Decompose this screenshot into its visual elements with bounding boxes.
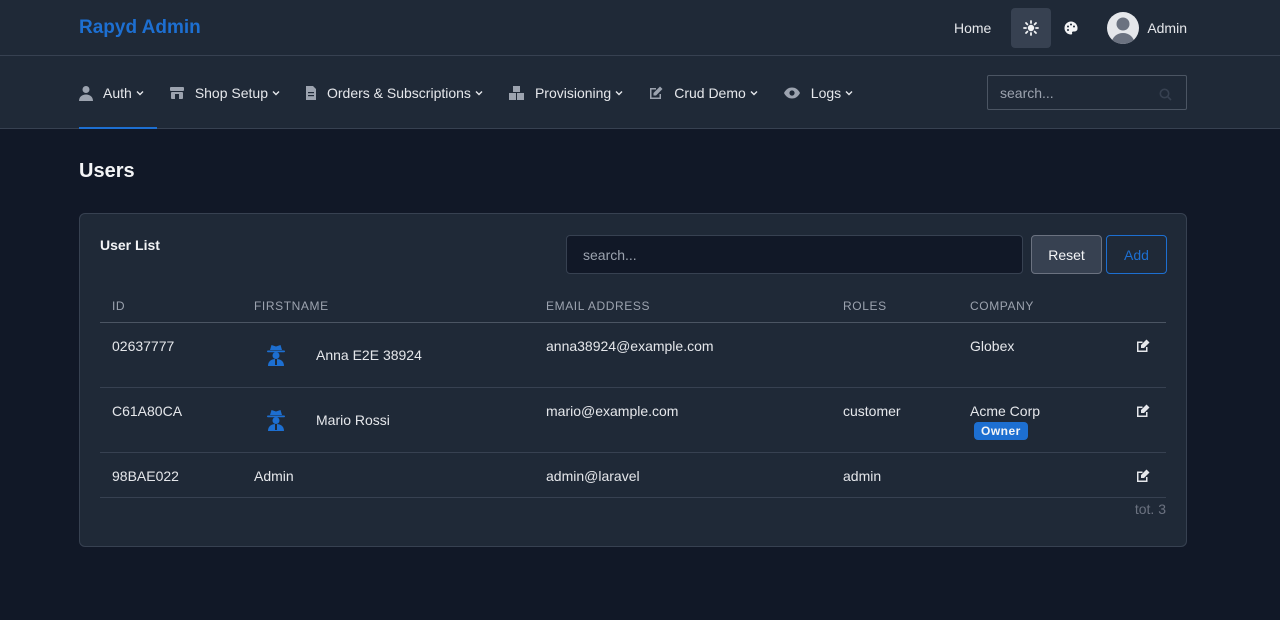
nav-item-shop-setup[interactable]: Shop Setup <box>169 56 281 129</box>
brand-logo[interactable]: Rapyd Admin <box>79 17 201 39</box>
top-bar: Rapyd Admin Home Admin <box>0 0 1280 56</box>
avatar[interactable] <box>1107 12 1140 44</box>
cell-email: mario@example.com <box>546 403 679 419</box>
nav-item-logs[interactable]: Logs <box>783 56 854 129</box>
edit-icon[interactable] <box>1136 469 1150 486</box>
cell-id: 02637777 <box>112 338 175 354</box>
column-header-roles[interactable]: ROLES <box>843 299 887 313</box>
reset-button[interactable]: Reset <box>1031 235 1102 274</box>
column-header-id[interactable]: ID <box>112 299 125 313</box>
cell-id: C61A80CA <box>112 403 183 419</box>
theme-toggle-button[interactable] <box>1011 8 1052 48</box>
cubes-icon <box>508 85 525 101</box>
search-icon[interactable] <box>1159 88 1172 104</box>
nav-item-label: Crud Demo <box>674 84 746 101</box>
add-button[interactable]: Add <box>1106 235 1167 274</box>
palette-button[interactable] <box>1051 8 1091 48</box>
card-title: User List <box>100 237 160 253</box>
nav-item-label: Provisioning <box>534 84 612 101</box>
cell-company: Acme Corp Owner <box>970 403 1040 440</box>
firstname-text: Mario Rossi <box>316 412 390 428</box>
company-name: Acme Corp <box>970 403 1041 419</box>
cell-company: Globex <box>970 338 1015 354</box>
table-row[interactable]: 02637777 Anna E2E 38924 anna38924@exampl… <box>100 323 1166 388</box>
column-header-email[interactable]: EMAIL ADDRESS <box>546 299 650 313</box>
page-title: Users <box>79 160 135 182</box>
chevron-down-icon <box>474 88 484 98</box>
user-secret-icon[interactable] <box>266 409 286 431</box>
chevron-down-icon <box>844 88 854 98</box>
table-row[interactable]: 98BAE022 Admin admin@laravel admin <box>100 453 1166 498</box>
cell-firstname: Admin <box>254 468 294 484</box>
table-search-input[interactable] <box>567 236 1022 273</box>
eye-icon <box>783 85 801 101</box>
firstname-text: Anna E2E 38924 <box>316 347 422 363</box>
user-menu-name[interactable]: Admin <box>1147 20 1187 36</box>
top-right-actions: Home Admin <box>954 8 1187 48</box>
user-icon <box>79 85 93 101</box>
column-header-firstname[interactable]: FIRSTNAME <box>254 299 329 313</box>
edit-icon[interactable] <box>1136 339 1150 356</box>
column-header-company[interactable]: COMPANY <box>970 299 1034 313</box>
table-row[interactable]: C61A80CA Mario Rossi mario@example.com c… <box>100 388 1166 453</box>
chevron-down-icon <box>271 88 281 98</box>
cell-roles: customer <box>843 403 901 419</box>
nav-item-label: Logs <box>810 84 842 101</box>
cell-email: admin@laravel <box>546 468 640 484</box>
table-header: ID FIRSTNAME EMAIL ADDRESS ROLES COMPANY <box>100 298 1166 323</box>
nav-item-crud-demo[interactable]: Crud Demo <box>648 56 759 129</box>
nav-item-label: Shop Setup <box>194 84 268 101</box>
nav-item-label: Auth <box>103 84 132 101</box>
total-count: tot. 3 <box>1134 501 1166 517</box>
status-badge: Owner <box>974 422 1028 440</box>
cell-firstname: Anna E2E 38924 <box>254 344 422 366</box>
store-icon <box>169 85 185 101</box>
nav-item-auth[interactable]: Auth <box>79 56 157 129</box>
nav-item-label: Orders & Subscriptions <box>326 84 471 101</box>
nav-item-orders-subscriptions[interactable]: Orders & Subscriptions <box>305 56 484 129</box>
chevron-down-icon <box>749 88 759 98</box>
global-search-input[interactable] <box>988 76 1186 109</box>
user-list-card: User List Reset Add ID FIRSTNAME EMAIL A… <box>79 213 1187 547</box>
palette-icon <box>1063 20 1079 36</box>
cell-firstname: Mario Rossi <box>254 409 390 431</box>
cell-roles: admin <box>843 468 882 484</box>
cell-id: 98BAE022 <box>112 468 179 484</box>
chevron-down-icon <box>614 88 624 98</box>
main-nav: Auth Shop Setup Orders & Subscriptions P… <box>0 56 1280 129</box>
user-secret-icon[interactable] <box>266 344 286 366</box>
home-link[interactable]: Home <box>954 20 991 36</box>
table-search <box>566 235 1023 274</box>
file-icon <box>305 85 317 101</box>
nav-item-provisioning[interactable]: Provisioning <box>508 56 624 129</box>
edit-icon <box>648 85 664 101</box>
global-search <box>987 75 1187 110</box>
sun-icon <box>1023 20 1040 36</box>
chevron-down-icon <box>135 88 145 98</box>
cell-email: anna38924@example.com <box>546 338 714 354</box>
edit-icon[interactable] <box>1136 404 1150 421</box>
